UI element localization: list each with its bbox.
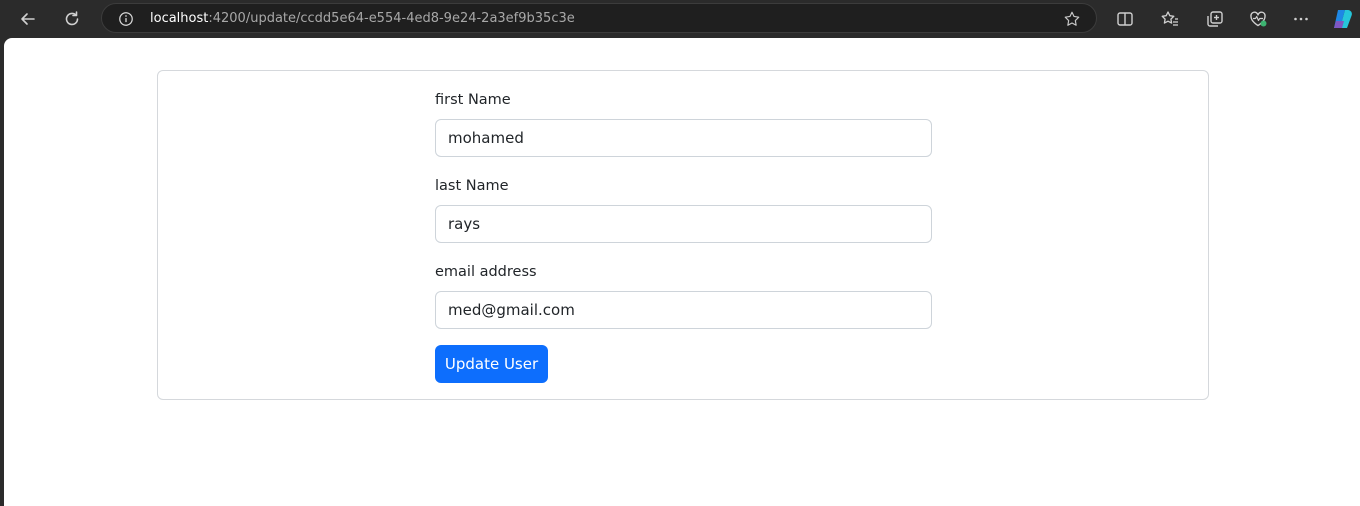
split-screen-icon[interactable] [1110,4,1140,34]
refresh-icon[interactable] [57,4,87,34]
back-arrow-icon[interactable] [13,4,43,34]
last-name-input[interactable] [435,205,932,243]
favorite-star-icon[interactable] [1062,9,1082,29]
browser-essentials-icon[interactable] [1243,4,1273,34]
collections-icon[interactable] [1200,4,1230,34]
copilot-icon[interactable] [1328,4,1358,34]
update-user-button[interactable]: Update User [435,345,548,383]
email-label: email address [435,264,537,280]
first-name-input[interactable] [435,119,932,157]
email-input[interactable] [435,291,932,329]
site-info-icon[interactable] [117,10,135,28]
url-path: :4200/update/ccdd5e64-e554-4ed8-9e24-2a3… [208,11,575,26]
last-name-label: last Name [435,178,509,194]
address-bar[interactable]: localhost:4200/update/ccdd5e64-e554-4ed8… [101,3,1097,33]
more-menu-icon[interactable] [1286,4,1316,34]
favorites-icon[interactable] [1155,4,1185,34]
first-name-label: first Name [435,92,511,108]
browser-toolbar: localhost:4200/update/ccdd5e64-e554-4ed8… [0,0,1360,38]
url-host: localhost [150,11,209,26]
url-text[interactable]: localhost:4200/update/ccdd5e64-e554-4ed8… [150,11,575,26]
page-viewport: first Name last Name email address Updat… [4,38,1360,506]
update-user-card: first Name last Name email address Updat… [157,70,1209,400]
